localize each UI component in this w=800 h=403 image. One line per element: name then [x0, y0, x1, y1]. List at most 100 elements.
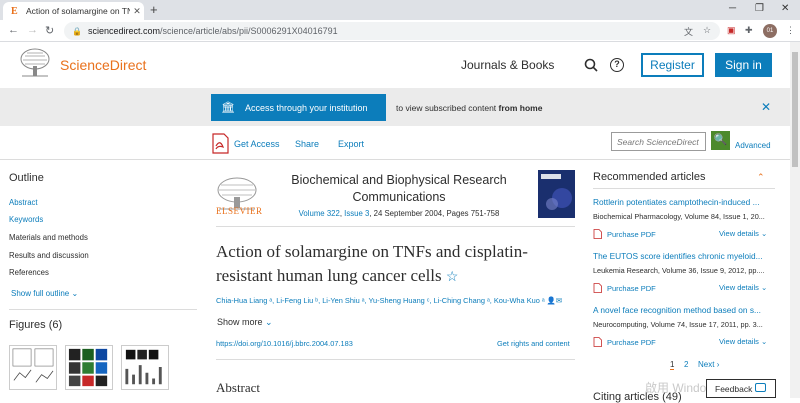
browser-tab-bar: E Action of solamargine on TNFs a ✕ + ─ …: [0, 0, 800, 20]
recommended-title-3[interactable]: A novel face recognition method based on…: [593, 305, 773, 315]
address-bar-row: ← → ↻ 🔒 sciencedirect.com/science/articl…: [0, 20, 800, 42]
back-icon[interactable]: ←: [8, 24, 19, 36]
tab-title: Action of solamargine on TNFs a: [26, 6, 130, 16]
browser-tab[interactable]: E Action of solamargine on TNFs a ✕: [3, 2, 144, 20]
journal-title[interactable]: Biochemical and Biophysical Research Com…: [280, 172, 518, 206]
view-details-link-2[interactable]: View details ⌄: [719, 283, 767, 292]
recommended-heading: Recommended articles: [593, 171, 706, 183]
feedback-button[interactable]: Feedback: [706, 379, 776, 398]
figure-thumbnail-1[interactable]: [9, 345, 57, 390]
url-bar[interactable]: 🔒 sciencedirect.com/science/article/abs/…: [64, 22, 720, 40]
chevron-right-icon: ›: [716, 360, 720, 369]
chevron-down-icon: ⌄: [71, 289, 79, 298]
forward-icon[interactable]: →: [27, 24, 38, 36]
volume-link[interactable]: Volume 322: [299, 209, 340, 218]
journal-divider: [216, 226, 575, 227]
view-details-label: View details: [719, 229, 759, 238]
abstract-heading: Abstract: [216, 380, 261, 395]
chevron-up-icon[interactable]: ⌃: [757, 172, 765, 183]
outline-item-references[interactable]: References: [9, 268, 49, 277]
journals-books-link[interactable]: Journals & Books: [461, 58, 554, 72]
recommended-divider: [593, 188, 775, 189]
doi-link[interactable]: https://doi.org/10.1016/j.bbrc.2004.07.1…: [216, 339, 353, 348]
article-title: Action of solamargine on TNFs and cispla…: [216, 240, 576, 290]
reload-icon[interactable]: ↻: [45, 24, 54, 37]
minimize-icon[interactable]: ─: [729, 3, 736, 14]
recommended-title-1[interactable]: Rottlerin potentiates camptothecin-induc…: [593, 197, 773, 207]
elsevier-tree-logo-icon[interactable]: [19, 48, 51, 78]
scrollbar-thumb[interactable]: [792, 52, 798, 167]
chevron-down-icon: ⌄: [760, 283, 768, 292]
pagination-page-2[interactable]: 2: [684, 360, 688, 369]
search-icon[interactable]: [584, 58, 598, 72]
view-details-label: View details: [719, 283, 759, 292]
access-institution-button[interactable]: 🏛 Access through your institution: [211, 94, 386, 121]
elsevier-favicon-icon: E: [11, 6, 18, 17]
access-banner: [0, 88, 790, 126]
pdf-icon: [593, 229, 602, 239]
share-link[interactable]: Share: [295, 139, 319, 149]
banner-message-bold: from home: [498, 103, 543, 113]
figure-thumbnail-3[interactable]: [121, 345, 169, 390]
show-more-button[interactable]: Show more ⌄: [217, 317, 273, 328]
sciencedirect-logo[interactable]: ScienceDirect: [60, 57, 146, 73]
advanced-search-link[interactable]: Advanced: [735, 141, 771, 150]
outline-item-materials[interactable]: Materials and methods: [9, 233, 88, 242]
access-button-label: Access through your institution: [245, 102, 368, 113]
journal-meta: Volume 322, Issue 3, 24 September 2004, …: [298, 209, 500, 218]
recommended-source-2: Leukemia Research, Volume 36, Issue 9, 2…: [593, 266, 765, 275]
authors-list[interactable]: Chia-Hua Liang ᵃ, Li-Feng Liu ᵇ, Li-Yen …: [216, 296, 586, 305]
article-title-text: Action of solamargine on TNFs and cispla…: [216, 242, 528, 285]
register-button[interactable]: Register: [641, 53, 704, 77]
journal-cover-image[interactable]: [538, 170, 575, 218]
rights-content-link[interactable]: Get rights and content: [497, 339, 570, 348]
favorite-star-icon[interactable]: ☆: [446, 270, 459, 285]
pdf-extension-icon[interactable]: ▣: [727, 25, 736, 36]
figure-thumbnail-2[interactable]: [65, 345, 113, 390]
outline-item-keywords[interactable]: Keywords: [9, 215, 43, 224]
extensions-icon[interactable]: ✚: [745, 25, 753, 36]
show-full-outline-label: Show full outline: [11, 289, 70, 298]
close-tab-icon[interactable]: ✕: [130, 6, 144, 17]
issue-link[interactable]: Issue 3: [344, 209, 369, 218]
pdf-icon: [593, 337, 602, 347]
maximize-icon[interactable]: ❐: [755, 3, 764, 14]
institution-icon: 🏛: [221, 102, 235, 114]
profile-avatar[interactable]: 01: [763, 24, 777, 38]
get-access-link[interactable]: Get Access: [234, 139, 280, 149]
recommended-title-2[interactable]: The EUTOS score identifies chronic myelo…: [593, 251, 773, 261]
search-sciencedirect-input[interactable]: Search ScienceDirect: [611, 132, 706, 151]
close-banner-icon[interactable]: ✕: [761, 100, 771, 114]
pagination-page-1[interactable]: 1: [670, 360, 675, 370]
search-submit-button[interactable]: 🔍: [711, 131, 730, 150]
outline-item-abstract[interactable]: Abstract: [9, 198, 38, 207]
figures-heading: Figures (6): [9, 319, 63, 331]
view-details-link-3[interactable]: View details ⌄: [719, 337, 767, 346]
translate-icon[interactable]: 文: [684, 25, 693, 38]
chevron-down-icon: ⌄: [760, 229, 768, 238]
help-icon[interactable]: ?: [610, 58, 624, 72]
chevron-down-icon: ⌄: [265, 317, 273, 327]
recommended-source-3: Neurocomputing, Volume 74, Issue 17, 201…: [593, 320, 763, 329]
export-link[interactable]: Export: [338, 139, 364, 149]
date-pages: , 24 September 2004, Pages 751-758: [369, 209, 500, 218]
elsevier-wordmark: ELSEVIER: [216, 206, 263, 216]
purchase-pdf-link-1[interactable]: Purchase PDF: [593, 229, 656, 239]
recommended-source-1: Biochemical Pharmacology, Volume 84, Iss…: [593, 212, 765, 221]
sign-in-button[interactable]: Sign in: [715, 53, 772, 77]
pdf-icon[interactable]: [211, 133, 230, 154]
authors-text: Chia-Hua Liang ᵃ, Li-Feng Liu ᵇ, Li-Yen …: [216, 296, 545, 305]
close-window-icon[interactable]: ✕: [781, 3, 789, 14]
purchase-pdf-link-3[interactable]: Purchase PDF: [593, 337, 656, 347]
pagination-next[interactable]: Next ›: [698, 360, 719, 369]
url-host: sciencedirect.com: [87, 26, 160, 36]
view-details-link-1[interactable]: View details ⌄: [719, 229, 767, 238]
purchase-pdf-link-2[interactable]: Purchase PDF: [593, 283, 656, 293]
menu-kebab-icon[interactable]: ⋮: [786, 25, 795, 36]
purchase-pdf-label: Purchase PDF: [607, 229, 656, 239]
bookmark-star-icon[interactable]: ☆: [703, 25, 711, 36]
show-full-outline-link[interactable]: Show full outline ⌄: [11, 289, 78, 298]
new-tab-icon[interactable]: +: [150, 3, 158, 17]
outline-divider: [9, 309, 197, 310]
outline-item-results[interactable]: Results and discussion: [9, 251, 89, 260]
